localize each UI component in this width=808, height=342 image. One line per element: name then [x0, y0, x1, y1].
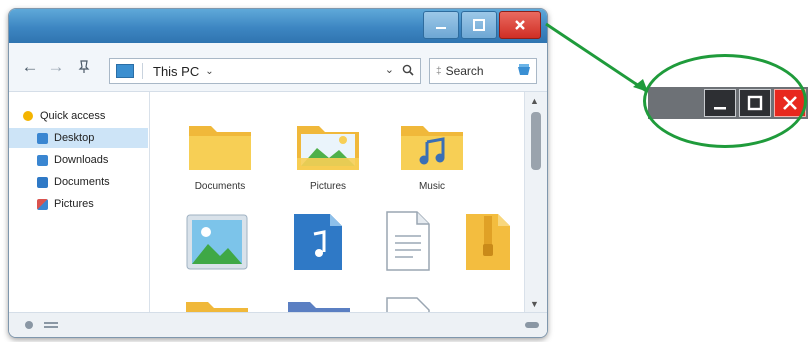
callout-pointer [545, 22, 649, 94]
zoom-callout-ellipse [643, 54, 807, 148]
